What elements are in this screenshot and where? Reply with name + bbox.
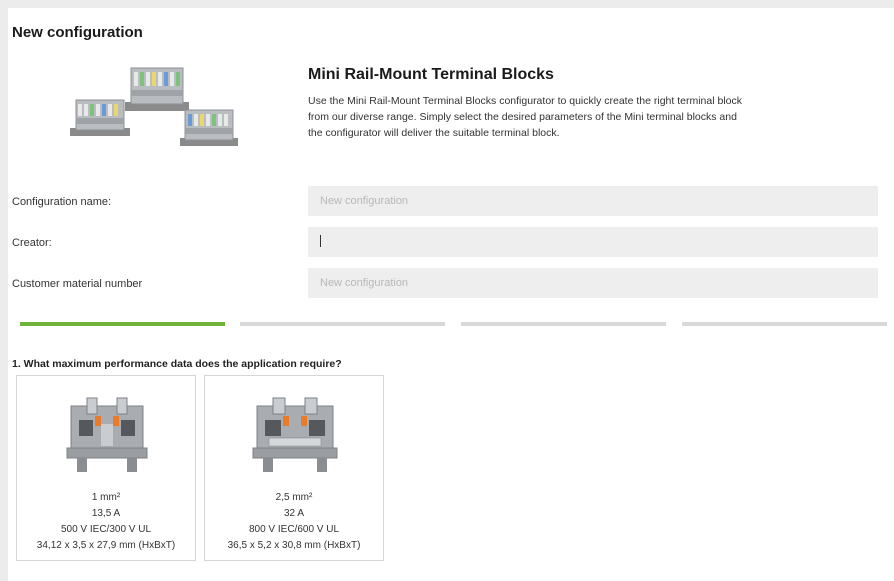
option-current: 13,5 A [91, 508, 121, 519]
config-name-label: Configuration name: [12, 196, 112, 208]
progress-step-3 [461, 322, 666, 326]
option-card-1[interactable]: 1 mm² 13,5 A 500 V IEC/300 V UL 34,12 x … [16, 375, 196, 561]
option-dimensions: 34,12 x 3,5 x 27,9 mm (HxBxT) [36, 540, 176, 551]
page-title: New configuration [12, 24, 143, 41]
customer-material-input[interactable] [308, 268, 878, 298]
option-voltage: 800 V IEC/600 V UL [248, 524, 340, 535]
terminal-block-image [252, 397, 338, 472]
product-title: Mini Rail-Mount Terminal Blocks [308, 66, 554, 83]
customer-material-label: Customer material number [12, 278, 143, 290]
step-question: 1. What maximum performance data does th… [12, 358, 342, 370]
creator-input[interactable] [308, 227, 878, 257]
progress-step-1 [20, 322, 225, 326]
option-cross-section: 2,5 mm² [275, 492, 313, 503]
progress-step-2 [240, 322, 445, 326]
product-description: Use the Mini Rail-Mount Terminal Blocks … [308, 95, 742, 139]
terminal-block-image [66, 397, 148, 472]
option-card-2[interactable]: 2,5 mm² 32 A 800 V IEC/600 V UL 36,5 x 5… [204, 375, 384, 561]
config-name-input[interactable] [308, 186, 878, 216]
option-voltage: 500 V IEC/300 V UL [60, 524, 152, 535]
option-cross-section: 1 mm² [91, 492, 121, 503]
option-current: 32 A [283, 508, 305, 519]
terminal-blocks-image [70, 67, 238, 146]
option-dimensions: 36,5 x 5,2 x 30,8 mm (HxBxT) [227, 540, 361, 551]
progress-step-4 [682, 322, 887, 326]
text-caret [320, 235, 321, 247]
creator-label: Creator: [12, 237, 52, 249]
